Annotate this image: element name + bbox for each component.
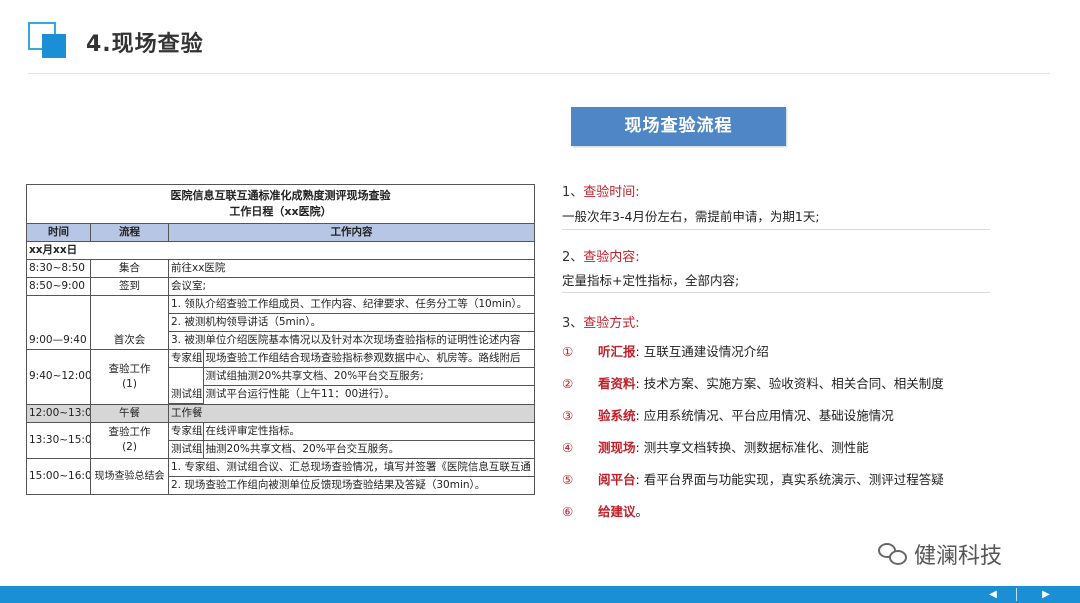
header-divider xyxy=(28,73,1050,74)
table-row: 9:40~12:00 查验工作 (1) 专家组 现场查验工作组结合现场查验指标参… xyxy=(26,349,536,405)
flow-title-box: 现场查验流程 xyxy=(571,107,786,146)
method-item: ③ 验系统: 应用系统情况、平台应用情况、基础设施情况 xyxy=(562,408,894,423)
schedule-table: 医院信息互联互通标准化成熟度测评现场查验 工作日程（xx医院） 时间 流程 工作… xyxy=(25,184,536,495)
col-header-content: 工作内容 xyxy=(167,223,536,242)
wechat-icon xyxy=(878,541,908,567)
nav-divider xyxy=(1016,588,1017,601)
watermark: 健澜科技 xyxy=(878,538,1002,570)
section-body: 一般次年3-4月份左右，需提前申请，为期1天; xyxy=(562,209,820,224)
section-divider xyxy=(562,229,990,230)
table-row: 13:30~15:00 查验工作 (2) 专家组 在线评审定性指标。 测试组 抽… xyxy=(26,421,536,459)
table-row: 8:50~9:00 签到 会议室; xyxy=(26,277,536,296)
method-item: ⑥ 给建议。 xyxy=(562,504,649,519)
method-item: ⑤ 阅平台: 看平台界面与功能实现，真实系统演示、测评过程答疑 xyxy=(562,472,944,487)
section-divider xyxy=(562,292,990,293)
col-header-process: 流程 xyxy=(90,223,169,242)
schedule-date: xx月xx日 xyxy=(25,241,536,260)
section-heading: 2、查验内容: xyxy=(562,250,640,265)
table-row: 12:00~13:00 午餐 工作餐 xyxy=(26,403,536,423)
slide: 4.现场查验 医院信息互联互通标准化成熟度测评现场查验 工作日程（xx医院） 时… xyxy=(0,0,1080,603)
method-item: ② 看资料: 技术方案、实施方案、验收资料、相关合同、相关制度 xyxy=(562,376,944,391)
bottom-bar xyxy=(0,586,1080,603)
method-item: ④ 测现场: 测共享文档转换、测数据标准化、测性能 xyxy=(562,440,869,455)
method-item: ① 听汇报: 互联互通建设情况介绍 xyxy=(562,344,769,359)
section-logo-icon xyxy=(28,22,66,58)
table-row: 8:30~8:50 集合 前往xx医院 xyxy=(26,259,536,278)
section-heading: 3、查验方式: xyxy=(562,316,640,331)
watermark-text: 健澜科技 xyxy=(914,544,1003,569)
section-heading: 1、查验时间: xyxy=(562,185,640,200)
slide-title: 4.现场查验 xyxy=(86,32,204,57)
table-row: 15:00~16:00 现场查验总结会 1. 专家组、测试组合议、汇总现场查验情… xyxy=(26,457,536,495)
prev-slide-button[interactable]: ◀ xyxy=(975,588,1011,601)
schedule-title: 医院信息互联互通标准化成熟度测评现场查验 工作日程（xx医院） xyxy=(25,184,536,224)
section-body: 定量指标+定性指标，全部内容; xyxy=(562,273,740,288)
col-header-time: 时间 xyxy=(26,223,91,242)
next-slide-button[interactable]: ▶ xyxy=(1028,588,1064,601)
table-row: 9:00—9:40 首次会 1. 领队介绍查验工作组成员、工作内容、纪律要求、任… xyxy=(26,295,536,350)
